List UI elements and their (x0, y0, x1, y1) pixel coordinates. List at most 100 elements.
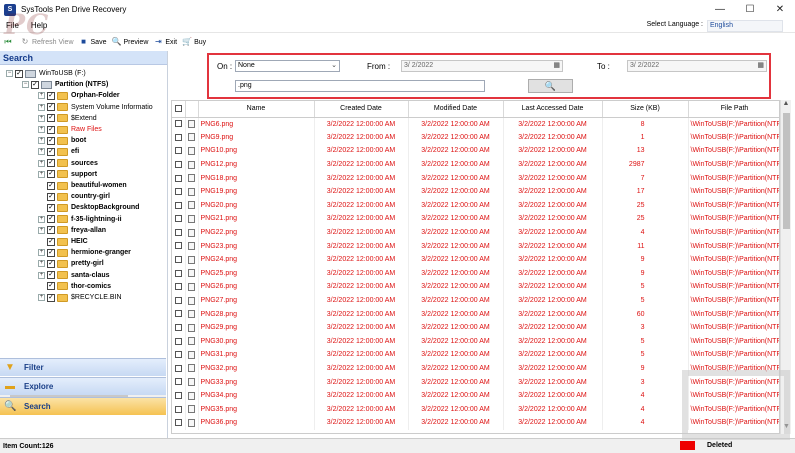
collapse-icon[interactable]: − (22, 81, 29, 89)
menu-help[interactable]: Help (25, 21, 53, 30)
tree-checkbox[interactable]: ✓ (47, 147, 55, 156)
row-checkbox-cell[interactable] (172, 212, 186, 226)
tree-checkbox[interactable]: ✓ (47, 192, 55, 201)
table-row[interactable]: PNG9.png 3/2/2022 12:00:00 AM 3/2/2022 12:… (172, 130, 779, 145)
row-checkbox-cell[interactable] (172, 171, 186, 185)
row-checkbox[interactable] (174, 147, 182, 155)
results-table[interactable]: Name Created Date Modified Date Last Acc… (171, 100, 780, 434)
tree-node[interactable]: ✓ country-girl (38, 191, 110, 202)
table-row[interactable]: PNG12.png 3/2/2022 12:00:00 AM 3/2/2022 12… (172, 157, 779, 172)
table-row[interactable]: PNG18.png 3/2/2022 12:00:00 AM 3/2/2022 12… (172, 171, 779, 185)
tree-checkbox[interactable]: ✓ (47, 237, 55, 246)
expand-icon[interactable]: + (38, 294, 45, 301)
tree-checkbox[interactable]: ✓ (47, 203, 55, 212)
menu-file[interactable]: File (0, 21, 25, 30)
search-button[interactable]: 🔍 (528, 79, 573, 93)
tree-checkbox[interactable]: ✓ (47, 226, 55, 235)
table-vertical-scrollbar[interactable]: ▲ ▼ (780, 100, 791, 434)
row-checkbox[interactable] (174, 378, 182, 386)
row-checkbox[interactable] (174, 296, 182, 304)
tree-node[interactable]: + ✓ freya-allan (38, 225, 106, 236)
row-checkbox[interactable] (174, 419, 182, 427)
tree-node[interactable]: + ✓ Orphan-Folder (38, 90, 120, 101)
nav-filter[interactable]: ▼ Filter (0, 358, 166, 376)
to-date-picker[interactable]: 3/ 2/2022 ▦ (627, 60, 767, 72)
close-button[interactable]: ✕ (765, 0, 795, 19)
tree-node[interactable]: + ✓ $Extend (38, 113, 97, 124)
table-row[interactable]: PNG26.png 3/2/2022 12:00:00 AM 3/2/2022 12… (172, 280, 779, 294)
row-checkbox-cell[interactable] (172, 130, 186, 145)
expand-icon[interactable]: + (38, 226, 45, 234)
nav-search[interactable]: 🔍 Search (0, 397, 166, 415)
tree-checkbox[interactable]: ✓ (47, 91, 55, 100)
row-checkbox[interactable] (174, 133, 182, 141)
column-header-accessed[interactable]: Last Accessed Date (503, 101, 603, 118)
row-checkbox[interactable] (174, 228, 182, 236)
row-checkbox[interactable] (174, 160, 182, 168)
tree-node[interactable]: ✓ HEIC (38, 236, 88, 247)
row-checkbox[interactable] (174, 256, 182, 264)
table-row[interactable]: PNG32.png 3/2/2022 12:00:00 AM 3/2/2022 12… (172, 361, 779, 376)
row-checkbox[interactable] (174, 188, 182, 196)
table-row[interactable]: PNG36.png 3/2/2022 12:00:00 AM 3/2/2022 12… (172, 416, 779, 430)
tree-checkbox[interactable]: ✓ (47, 215, 55, 224)
tree-checkbox[interactable]: ✓ (31, 80, 39, 89)
tree-node[interactable]: + ✓ sources (38, 158, 98, 169)
expand-icon[interactable]: + (38, 114, 45, 122)
select-all-checkbox[interactable] (174, 105, 182, 113)
row-checkbox[interactable] (174, 351, 182, 359)
search-input[interactable]: .png (235, 80, 485, 92)
scroll-down-icon[interactable]: ▼ (781, 423, 792, 434)
row-checkbox-cell[interactable] (172, 252, 186, 267)
row-checkbox-cell[interactable] (172, 198, 186, 213)
tree-node[interactable]: + ✓ santa-claus (38, 270, 110, 281)
expand-icon[interactable]: + (38, 126, 45, 133)
row-checkbox-cell[interactable] (172, 239, 186, 253)
refresh-view-button[interactable]: ↻ Refresh View (20, 37, 74, 47)
tree-checkbox[interactable]: ✓ (47, 181, 55, 190)
tree-checkbox[interactable]: ✓ (47, 170, 55, 179)
row-checkbox[interactable] (174, 310, 182, 318)
tree-checkbox[interactable]: ✓ (47, 125, 55, 134)
scroll-up-icon[interactable]: ▲ (781, 100, 791, 111)
row-checkbox-cell[interactable] (172, 144, 186, 158)
row-checkbox[interactable] (174, 242, 182, 250)
row-checkbox-cell[interactable] (172, 320, 186, 335)
tree-checkbox[interactable]: ✓ (47, 114, 55, 123)
expand-icon[interactable]: + (38, 159, 45, 167)
scroll-thumb[interactable] (783, 113, 790, 229)
tree-node[interactable]: ✓ beautiful-women (38, 180, 127, 191)
nav-first-button[interactable]: ⏮ (3, 37, 15, 47)
tree-node[interactable]: + ✓ efi (38, 146, 79, 157)
folder-tree[interactable]: − ✓ WinToUSB (F:) − ✓ Partition (NTFS) + ✓ Orpha… (0, 66, 166, 356)
tree-node[interactable]: + ✓ support (38, 169, 97, 180)
row-checkbox-cell[interactable] (172, 348, 186, 362)
minimize-button[interactable]: — (705, 0, 735, 19)
table-row[interactable]: PNG20.png 3/2/2022 12:00:00 AM 3/2/2022 12… (172, 198, 779, 213)
column-header-created[interactable]: Created Date (314, 101, 409, 118)
row-checkbox-cell[interactable] (172, 157, 186, 172)
row-checkbox[interactable] (174, 283, 182, 291)
expand-icon[interactable]: + (38, 170, 45, 178)
table-row[interactable]: PNG24.png 3/2/2022 12:00:00 AM 3/2/2022 12… (172, 252, 779, 267)
row-checkbox-cell[interactable] (172, 388, 186, 403)
tree-checkbox[interactable]: ✓ (47, 248, 55, 257)
row-checkbox[interactable] (174, 269, 182, 277)
tree-checkbox[interactable]: ✓ (47, 259, 55, 268)
on-dropdown[interactable]: None ⌄ (235, 60, 340, 72)
row-checkbox-cell[interactable] (172, 266, 186, 281)
row-checkbox[interactable] (174, 337, 182, 345)
tree-node[interactable]: − ✓ WinToUSB (F:) (6, 68, 86, 79)
table-row[interactable]: PNG29.png 3/2/2022 12:00:00 AM 3/2/2022 12… (172, 320, 779, 335)
expand-icon[interactable]: + (38, 215, 45, 223)
table-row[interactable]: PNG21.png 3/2/2022 12:00:00 AM 3/2/2022 12… (172, 212, 779, 226)
tree-node[interactable]: + ✓ hermione-granger (38, 247, 131, 258)
column-header-modified[interactable]: Modified Date (408, 101, 504, 118)
table-row[interactable]: PNG19.png 3/2/2022 12:00:00 AM 3/2/2022 12… (172, 184, 779, 199)
row-checkbox[interactable] (174, 174, 182, 182)
column-header-name[interactable]: Name (198, 101, 315, 118)
tree-node[interactable]: + ✓ boot (38, 135, 86, 146)
exit-button[interactable]: ⇥ Exit (153, 37, 177, 47)
tree-checkbox[interactable]: ✓ (15, 69, 23, 78)
table-row[interactable]: PNG10.png 3/2/2022 12:00:00 AM 3/2/2022 12… (172, 144, 779, 158)
